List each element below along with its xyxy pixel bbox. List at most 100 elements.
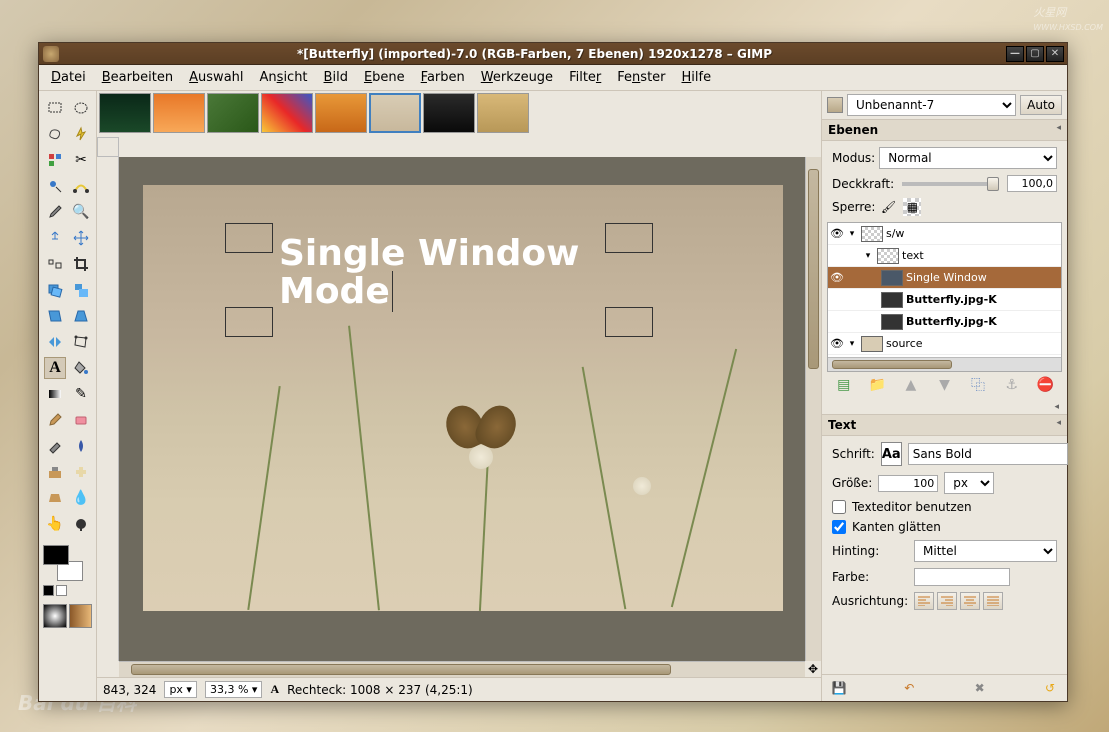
image-tab-8[interactable] <box>477 93 529 133</box>
save-options-icon[interactable]: 💾 <box>830 679 848 697</box>
scale-tool[interactable] <box>70 279 92 301</box>
layers-panel-collapse-icon[interactable]: ◂ <box>1054 402 1059 412</box>
image-tab-1[interactable] <box>99 93 151 133</box>
rotate-tool[interactable] <box>44 279 66 301</box>
horizontal-scrollbar[interactable] <box>119 661 805 677</box>
shear-tool[interactable] <box>44 305 66 327</box>
ellipse-select-tool[interactable] <box>70 97 92 119</box>
menu-bearbeiten[interactable]: Bearbeiten <box>94 67 181 88</box>
unit-dropdown[interactable]: px ▾ <box>164 681 197 698</box>
menu-farben[interactable]: Farben <box>413 67 473 88</box>
blend-mode-select[interactable]: Normal <box>879 147 1057 169</box>
raise-layer-icon[interactable]: ▲ <box>901 376 921 394</box>
fg-color-swatch[interactable] <box>43 545 69 565</box>
layer-list[interactable]: 👁▾s/w ▾text 👁Single Window Butterfly.jpg… <box>827 222 1062 372</box>
size-unit-select[interactable]: px <box>944 472 994 494</box>
text-handle-bl[interactable] <box>225 307 273 337</box>
pattern-preview[interactable] <box>69 604 93 628</box>
move-tool[interactable] <box>70 227 92 249</box>
fuzzy-select-tool[interactable] <box>70 123 92 145</box>
blur-tool[interactable]: 💧 <box>70 487 92 509</box>
color-select-tool[interactable] <box>44 149 66 171</box>
layer-list-scrollbar[interactable] <box>828 357 1061 371</box>
menu-bild[interactable]: Bild <box>316 67 356 88</box>
perspective-clone-tool[interactable] <box>44 487 66 509</box>
eraser-tool[interactable] <box>70 409 92 431</box>
measure-tool[interactable] <box>44 227 66 249</box>
text-panel-menu-icon[interactable]: ◂ <box>1056 418 1061 432</box>
heal-tool[interactable] <box>70 461 92 483</box>
menu-hilfe[interactable]: Hilfe <box>674 67 720 88</box>
cage-tool[interactable] <box>70 331 92 353</box>
anchor-layer-icon[interactable]: ⚓ <box>1002 376 1022 394</box>
lasso-tool[interactable] <box>44 123 66 145</box>
flip-tool[interactable] <box>44 331 66 353</box>
rect-select-tool[interactable] <box>44 97 66 119</box>
image-tab-6[interactable] <box>369 93 421 133</box>
hinting-select[interactable]: Mittel <box>914 540 1057 562</box>
foreground-select-tool[interactable] <box>44 175 66 197</box>
align-justify-button[interactable] <box>983 592 1003 610</box>
text-tool[interactable]: A <box>44 357 66 379</box>
lock-pixels-icon[interactable]: 🖌 <box>879 198 897 216</box>
menu-ebene[interactable]: Ebene <box>356 67 413 88</box>
text-handle-br[interactable] <box>605 307 653 337</box>
mini-default-icon[interactable] <box>56 585 67 596</box>
scissors-tool[interactable]: ✂ <box>70 149 92 171</box>
nav-preview-icon[interactable]: ✥ <box>805 661 821 677</box>
reset-options-icon[interactable]: ↺ <box>1041 679 1059 697</box>
font-size-input[interactable] <box>878 475 938 492</box>
maximize-button[interactable]: ▢ <box>1026 46 1044 62</box>
mini-swap-icon[interactable] <box>43 585 54 596</box>
clone-tool[interactable] <box>44 461 66 483</box>
menu-werkzeuge[interactable]: Werkzeuge <box>473 67 561 88</box>
new-group-icon[interactable]: 📁 <box>867 376 887 394</box>
image-tab-4[interactable] <box>261 93 313 133</box>
opacity-slider[interactable] <box>902 182 999 186</box>
close-button[interactable]: ✕ <box>1046 46 1064 62</box>
ruler-origin[interactable] <box>97 137 119 157</box>
airbrush-tool[interactable] <box>44 435 66 457</box>
layers-panel-menu-icon[interactable]: ◂ <box>1056 123 1061 137</box>
vertical-scrollbar[interactable] <box>805 157 821 661</box>
smudge-tool[interactable]: 👆 <box>44 513 66 535</box>
menu-ansicht[interactable]: Ansicht <box>252 67 316 88</box>
font-picker-button[interactable]: Aa <box>881 442 902 466</box>
delete-options-icon[interactable]: ✖ <box>971 679 989 697</box>
auto-button[interactable]: Auto <box>1020 95 1062 115</box>
align-left-button[interactable] <box>914 592 934 610</box>
blend-tool[interactable] <box>44 383 66 405</box>
dodge-burn-tool[interactable] <box>70 513 92 535</box>
crop-tool[interactable] <box>70 253 92 275</box>
minimize-button[interactable]: — <box>1006 46 1024 62</box>
vertical-ruler[interactable] <box>97 157 119 661</box>
align-right-button[interactable] <box>937 592 957 610</box>
pencil-tool[interactable]: ✎ <box>70 383 92 405</box>
bucket-fill-tool[interactable] <box>70 357 92 379</box>
image-tab-5[interactable] <box>315 93 367 133</box>
visibility-icon[interactable]: 👁 <box>828 337 846 350</box>
text-handle-tr[interactable] <box>605 223 653 253</box>
perspective-tool[interactable] <box>70 305 92 327</box>
lower-layer-icon[interactable]: ▼ <box>934 376 954 394</box>
zoom-dropdown[interactable]: 33,3 % ▾ <box>205 681 262 698</box>
canvas-viewport[interactable]: Single WindowMode <box>119 157 805 661</box>
image-tab-7[interactable] <box>423 93 475 133</box>
align-tool[interactable] <box>44 253 66 275</box>
paths-tool[interactable] <box>70 175 92 197</box>
text-handle-tl[interactable] <box>225 223 273 253</box>
new-layer-icon[interactable]: ▤ <box>834 376 854 394</box>
image-selector[interactable]: Unbenannt-7 <box>847 94 1016 116</box>
lock-alpha-icon[interactable]: ▦ <box>903 198 921 216</box>
brush-preview[interactable] <box>43 604 67 628</box>
menu-filter[interactable]: Filter <box>561 67 609 88</box>
visibility-icon[interactable]: 👁 <box>828 271 846 284</box>
paintbrush-tool[interactable] <box>44 409 66 431</box>
align-center-button[interactable] <box>960 592 980 610</box>
use-editor-checkbox[interactable] <box>832 500 846 514</box>
delete-layer-icon[interactable]: ⛔ <box>1035 376 1055 394</box>
visibility-icon[interactable]: 👁 <box>828 227 846 240</box>
text-color-well[interactable] <box>914 568 1010 586</box>
menu-datei[interactable]: Datei <box>43 67 94 88</box>
image-tab-2[interactable] <box>153 93 205 133</box>
